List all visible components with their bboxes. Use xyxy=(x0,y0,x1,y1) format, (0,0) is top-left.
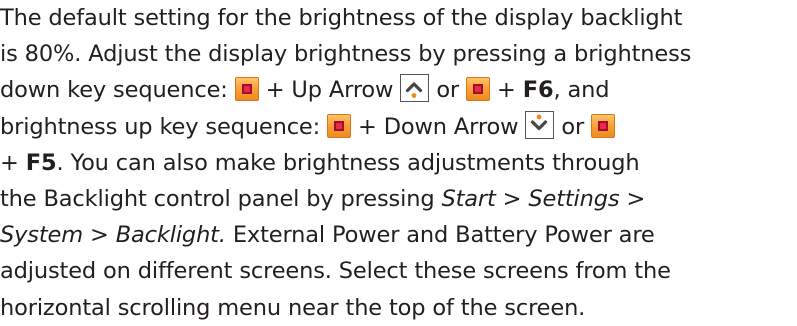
f6-key-label: F6 xyxy=(522,77,554,104)
text-line-4: brightness up key sequence: + Down Arrow… xyxy=(0,109,797,145)
line-3-text-d: + xyxy=(490,77,523,104)
line-4-text-b: + Down Arrow xyxy=(351,113,526,140)
function-key-icon xyxy=(234,77,259,102)
text-line-7: System > Backlight. External Power and B… xyxy=(0,217,797,253)
up-arrow-key-icon xyxy=(400,74,430,103)
line-1-text: The default setting for the brightness o… xyxy=(0,5,683,31)
f5-key-label: F5 xyxy=(25,149,57,176)
text-line-8: adjusted on different screens. Select th… xyxy=(0,253,797,289)
line-4-text-a: brightness up key sequence: xyxy=(0,113,328,140)
line-5-text-c: . You can also make brightness adjustmen… xyxy=(56,149,640,176)
line-9-text: horizontal scrolling menu near the top o… xyxy=(0,294,586,321)
brightness-instructions-paragraph: The default setting for the brightness o… xyxy=(0,0,797,326)
menu-path-start-settings: Start > Settings > xyxy=(441,185,646,212)
text-line-9: horizontal scrolling menu near the top o… xyxy=(0,290,797,326)
function-key-icon xyxy=(327,113,352,138)
text-line-2: is 80%. Adjust the display brightness by… xyxy=(0,36,797,72)
menu-path-system-backlight: System > Backlight. xyxy=(0,222,226,249)
down-arrow-glyph xyxy=(531,114,548,130)
line-8-text: adjusted on different screens. Select th… xyxy=(0,258,671,285)
up-arrow-glyph xyxy=(406,82,423,99)
text-line-1: The default setting for the brightness o… xyxy=(0,0,797,36)
down-arrow-key-icon xyxy=(525,110,555,139)
line-3-text-a: down key sequence: xyxy=(0,77,235,104)
line-3-text-b: + Up Arrow xyxy=(258,77,401,104)
document-page: The default setting for the brightness o… xyxy=(0,0,797,321)
text-line-3: down key sequence: + Up Arrow or + F6, a… xyxy=(0,72,797,108)
line-3-text-c: or xyxy=(429,77,467,104)
line-3-text-f: , and xyxy=(553,77,610,104)
line-4-text-c: or xyxy=(554,113,592,140)
function-key-icon xyxy=(591,113,616,138)
line-7-text-b: External Power and Battery Power are xyxy=(225,222,655,249)
text-line-6: the Backlight control panel by pressing … xyxy=(0,181,797,217)
line-2-text: is 80%. Adjust the display brightness by… xyxy=(0,41,692,68)
line-5-text-a: + xyxy=(0,149,26,176)
function-key-icon xyxy=(466,77,491,102)
line-6-text-a: the Backlight control panel by pressing xyxy=(0,185,442,212)
text-line-5: + F5. You can also make brightness adjus… xyxy=(0,145,797,181)
